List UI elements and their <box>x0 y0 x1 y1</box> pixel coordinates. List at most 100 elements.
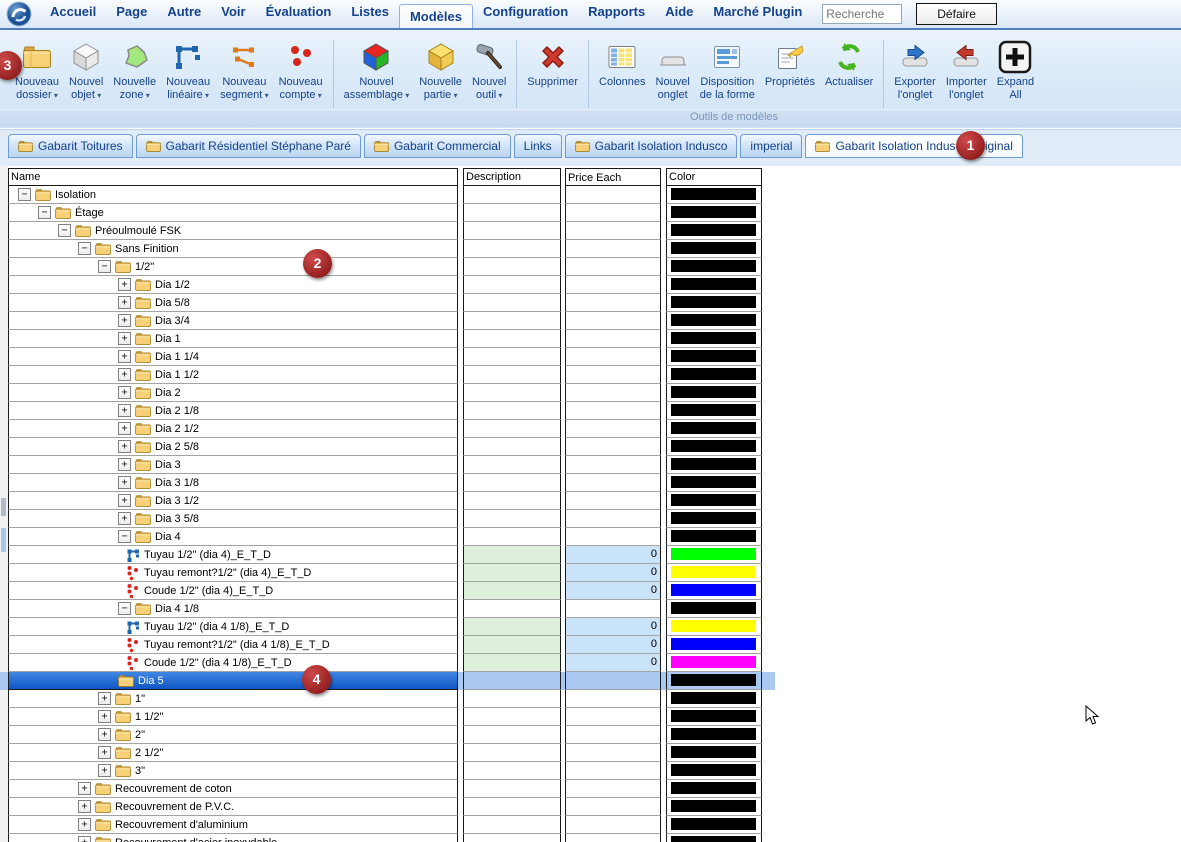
description-cell[interactable] <box>463 276 561 294</box>
ribbon-button-colonnes[interactable]: Colonnes <box>594 36 650 89</box>
name-cell[interactable]: Coude 1/2" (dia 4)_E_T_D <box>8 582 458 600</box>
app-logo-icon[interactable] <box>6 1 32 27</box>
name-cell[interactable]: − Sans Finition <box>8 240 458 258</box>
description-cell[interactable] <box>463 672 561 690</box>
color-cell[interactable] <box>666 690 762 708</box>
price-each-cell[interactable] <box>565 798 661 816</box>
description-cell[interactable] <box>463 834 561 842</box>
tree-row-dia-3-5-8[interactable]: + Dia 3 5/8 <box>0 510 775 528</box>
ribbon-button-nouvelle-zone[interactable]: Nouvellezone ▾ <box>108 36 161 102</box>
ribbon-button-actualiser[interactable]: Actualiser <box>820 36 878 89</box>
price-each-cell[interactable]: 0 <box>565 564 661 582</box>
tree-row-recouvrement-d-acier-inoxydable[interactable]: + Recouvrement d'acier inoxydable <box>0 834 775 842</box>
description-cell[interactable] <box>463 708 561 726</box>
expand-icon[interactable]: + <box>98 746 111 759</box>
color-cell[interactable] <box>666 240 762 258</box>
price-each-cell[interactable] <box>565 294 661 312</box>
tree-row-dia-2-5-8[interactable]: + Dia 2 5/8 <box>0 438 775 456</box>
description-cell[interactable] <box>463 600 561 618</box>
expand-icon[interactable]: + <box>118 314 131 327</box>
name-cell[interactable]: + Dia 3/4 <box>8 312 458 330</box>
price-each-cell[interactable] <box>565 348 661 366</box>
description-cell[interactable] <box>463 564 561 582</box>
color-cell[interactable] <box>666 816 762 834</box>
color-cell[interactable] <box>666 546 762 564</box>
color-cell[interactable] <box>666 474 762 492</box>
ribbon-button-importer-l-onglet[interactable]: Importerl'onglet <box>941 36 992 102</box>
ribbon-button-nouveau-segment[interactable]: Nouveausegment ▾ <box>215 36 273 102</box>
price-each-cell[interactable] <box>565 186 661 204</box>
color-cell[interactable] <box>666 582 762 600</box>
ribbon-button-nouvelle-partie[interactable]: Nouvellepartie ▾ <box>414 36 467 102</box>
color-cell[interactable] <box>666 762 762 780</box>
collapse-icon[interactable]: − <box>98 260 111 273</box>
menu-item-voir[interactable]: Voir <box>211 0 255 28</box>
description-cell[interactable] <box>463 618 561 636</box>
tree-row-1-2[interactable]: − 1/2" <box>0 258 775 276</box>
description-cell[interactable] <box>463 816 561 834</box>
price-each-cell[interactable]: 0 <box>565 654 661 672</box>
color-cell[interactable] <box>666 600 762 618</box>
menu-item-accueil[interactable]: Accueil <box>40 0 106 28</box>
ribbon-button-disposition-de-la-forme[interactable]: Dispositionde la forme <box>695 36 760 102</box>
price-each-cell[interactable] <box>565 528 661 546</box>
color-cell[interactable] <box>666 618 762 636</box>
description-cell[interactable] <box>463 348 561 366</box>
tree-row-1-1-2[interactable]: + 1 1/2" <box>0 708 775 726</box>
name-cell[interactable]: + Dia 2 1/2 <box>8 420 458 438</box>
name-cell[interactable]: Coude 1/2" (dia 4 1/8)_E_T_D <box>8 654 458 672</box>
name-cell[interactable]: + Recouvrement de P.V.C. <box>8 798 458 816</box>
description-cell[interactable] <box>463 258 561 276</box>
tree-row-tuyau-1-2-dia-4-1-8-e-t-d[interactable]: Tuyau 1/2" (dia 4 1/8)_E_T_D 0 <box>0 618 775 636</box>
name-cell[interactable]: + Dia 1 1/4 <box>8 348 458 366</box>
description-cell[interactable] <box>463 654 561 672</box>
name-cell[interactable]: + Dia 2 5/8 <box>8 438 458 456</box>
template-tab-links[interactable]: Links <box>514 134 562 158</box>
name-cell[interactable]: + Dia 5/8 <box>8 294 458 312</box>
tree-row-sans-finition[interactable]: − Sans Finition <box>0 240 775 258</box>
name-cell[interactable]: Tuyau 1/2" (dia 4 1/8)_E_T_D <box>8 618 458 636</box>
description-cell[interactable] <box>463 690 561 708</box>
tree-row-dia-1-1-2[interactable]: + Dia 1 1/2 <box>0 366 775 384</box>
undo-button[interactable]: Défaire <box>916 3 997 25</box>
tree-row-tage[interactable]: − Étage <box>0 204 775 222</box>
expand-icon[interactable]: + <box>98 710 111 723</box>
expand-icon[interactable]: + <box>118 350 131 363</box>
tree-row-recouvrement-de-coton[interactable]: + Recouvrement de coton <box>0 780 775 798</box>
tree-row-1[interactable]: + 1" <box>0 690 775 708</box>
expand-icon[interactable]: + <box>98 764 111 777</box>
description-cell[interactable] <box>463 528 561 546</box>
tree-row-isolation[interactable]: − Isolation <box>0 186 775 204</box>
price-each-cell[interactable]: 0 <box>565 618 661 636</box>
name-cell[interactable]: − Dia 4 <box>8 528 458 546</box>
ribbon-button-expand-all[interactable]: ExpandAll <box>992 36 1039 102</box>
price-each-cell[interactable] <box>565 600 661 618</box>
price-each-cell[interactable] <box>565 456 661 474</box>
tree-row-tuyau-remont-1-2-dia-4-e-t-d[interactable]: Tuyau remont?1/2" (dia 4)_E_T_D0 <box>0 564 775 582</box>
expand-icon[interactable]: + <box>118 512 131 525</box>
name-cell[interactable]: + Recouvrement d'acier inoxydable <box>8 834 458 842</box>
price-each-cell[interactable] <box>565 240 661 258</box>
tree-row-dia-2[interactable]: + Dia 2 <box>0 384 775 402</box>
price-each-cell[interactable] <box>565 492 661 510</box>
name-cell[interactable]: − Étage <box>8 204 458 222</box>
column-header-name[interactable]: Name <box>8 168 458 186</box>
tree-row-dia-5-8[interactable]: + Dia 5/8 <box>0 294 775 312</box>
name-cell[interactable]: + 2 1/2" <box>8 744 458 762</box>
ribbon-button-nouvel-objet[interactable]: Nouvelobjet ▾ <box>64 36 108 102</box>
tree-row-2[interactable]: + 2" <box>0 726 775 744</box>
tree-row-dia-2-1-8[interactable]: + Dia 2 1/8 <box>0 402 775 420</box>
menu-item-march-plugin[interactable]: Marché Plugin <box>703 0 812 28</box>
template-tab-gabarit-r-sidentiel-st-phane-par-[interactable]: Gabarit Résidentiel Stéphane Paré <box>136 134 361 158</box>
collapse-icon[interactable]: − <box>78 242 91 255</box>
tree-row-3[interactable]: + 3" <box>0 762 775 780</box>
name-cell[interactable]: Tuyau remont?1/2" (dia 4 1/8)_E_T_D <box>8 636 458 654</box>
price-each-cell[interactable]: 0 <box>565 582 661 600</box>
description-cell[interactable] <box>463 294 561 312</box>
price-each-cell[interactable] <box>565 816 661 834</box>
menu-item-aide[interactable]: Aide <box>655 0 703 28</box>
description-cell[interactable] <box>463 240 561 258</box>
column-header-price-each[interactable]: Price Each <box>565 168 661 186</box>
search-input[interactable] <box>822 4 902 24</box>
tree-row-dia-3[interactable]: + Dia 3 <box>0 456 775 474</box>
